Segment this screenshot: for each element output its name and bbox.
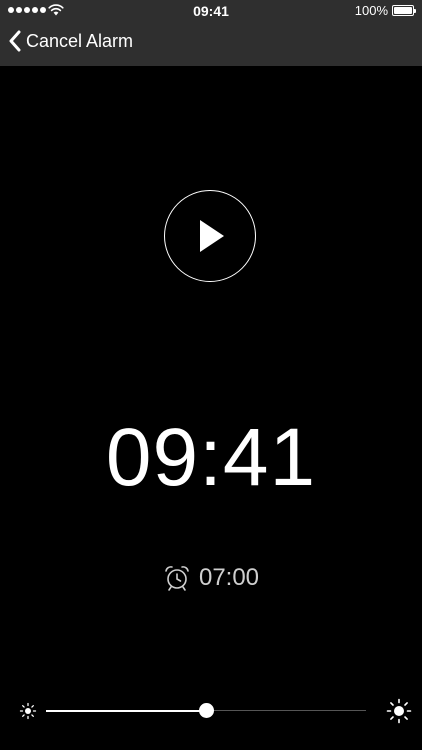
- sun-large-icon: [386, 698, 412, 724]
- sun-small-icon: [19, 702, 37, 720]
- status-bar: 09:41 100%: [0, 0, 422, 22]
- cancel-alarm-button[interactable]: Cancel Alarm: [8, 30, 133, 52]
- chevron-left-icon: [9, 30, 21, 52]
- brightness-track[interactable]: [46, 703, 366, 718]
- brightness-slider: [0, 696, 422, 726]
- alarm-info: 07:00: [0, 564, 422, 592]
- play-icon: [200, 220, 224, 252]
- top-bar: 09:41 100% Cancel Alarm: [0, 0, 422, 66]
- alarm-screen: 09:41 100% Cancel Alarm 09:41 07:00: [0, 0, 422, 750]
- battery-indicator: 100%: [354, 3, 416, 18]
- current-time-display: 09:41: [105, 412, 317, 503]
- play-button[interactable]: [164, 190, 256, 282]
- battery-icon: [392, 5, 416, 16]
- battery-level-fill: [394, 7, 412, 14]
- cancel-alarm-label: Cancel Alarm: [26, 30, 134, 51]
- brightness-thumb[interactable]: [199, 703, 214, 718]
- alarm-time: 07:00: [198, 564, 260, 591]
- alarm-clock-icon: [165, 566, 189, 591]
- battery-percent: 100%: [354, 3, 388, 18]
- brightness-track-fill: [46, 709, 206, 712]
